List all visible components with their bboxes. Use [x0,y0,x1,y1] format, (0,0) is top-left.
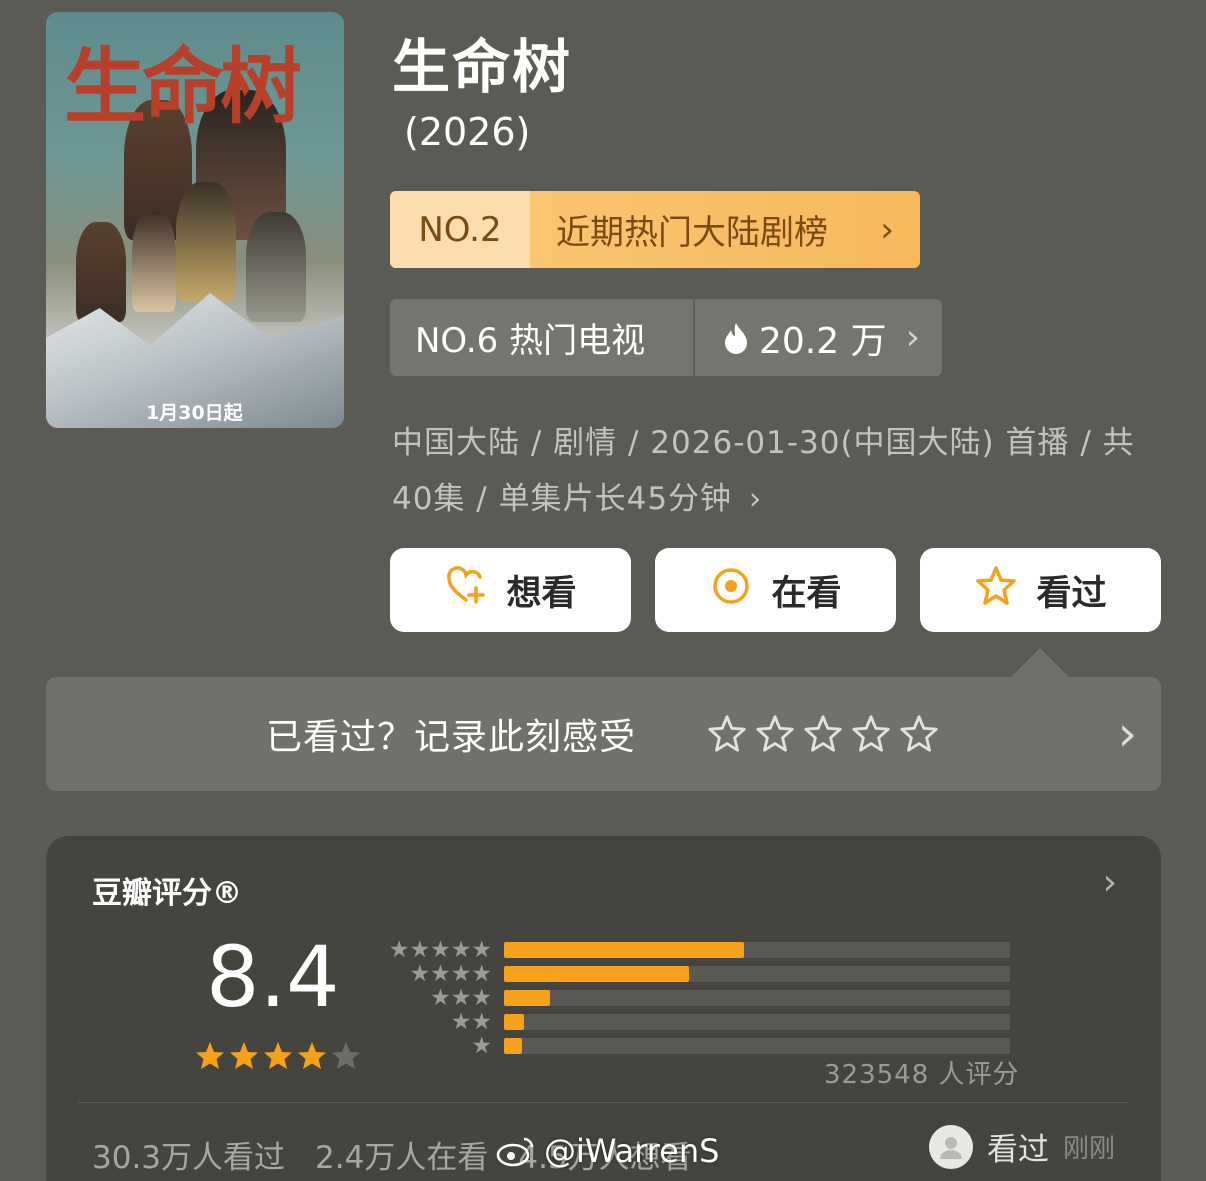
record-feeling-panel[interactable]: 已看过？记录此刻感受 › [46,677,1161,791]
star-filled-icon [196,1042,224,1069]
small-star-icon: ★ [471,1009,492,1035]
bar-fill [504,1014,525,1030]
watched-label: 看过 [1036,573,1107,614]
hot-tv-rank-label: NO.6 热门电视 [390,299,695,376]
avatar [928,1124,973,1169]
small-star-icon: ★ [450,985,472,1011]
small-star-icon: ★ [450,961,472,987]
bar-track [504,942,1010,958]
bar-track [504,966,1010,982]
poster-title-art: 生命树 [64,39,302,135]
small-star-icon: ★ [388,937,410,963]
want-to-watch-button[interactable]: 想看 [390,548,631,632]
star-filled-icon [264,1042,292,1069]
rating-score: 8.4 [206,928,340,1026]
heat-value: 20.2 万 [759,320,887,362]
star-outline-icon[interactable] [898,713,940,755]
row-stars: ★ [386,1034,492,1058]
small-star-icon: ★ [450,937,472,963]
small-star-icon: ★ [471,985,492,1011]
page-title: 生命树 [392,33,573,101]
douban-rating-card[interactable]: 豆瓣评分® › 8.4 ★ ★ ★ ★ ★ ★ ★ ★ ★ ★ ★ ★ ★ ★ ★ 323548 人评分 3… [46,836,1161,1181]
divider [78,1102,1128,1103]
target-icon [709,564,753,617]
watermark-text: @iWarrenS [544,1132,720,1170]
star-filled-icon [230,1042,258,1069]
small-star-icon: ★ [409,937,431,963]
small-star-icon: ★ [471,1033,492,1059]
chart-rank-label: 近期热门大陆剧榜 [556,213,828,253]
watching-label: 在看 [771,573,842,614]
rating-bar-row: ★ ★ ★ [386,986,1010,1010]
chart-rank-badge[interactable]: NO.2 近期热门大陆剧榜 › [390,191,920,268]
star-filled-icon [298,1042,326,1069]
row-stars: ★ ★ [386,1010,492,1034]
small-star-icon: ★ [430,961,451,987]
row-stars: ★ ★ ★ [386,986,492,1010]
row-stars: ★ ★ ★ ★ [386,961,493,987]
rating-bar-row: ★ ★ ★ ★ [386,962,1010,986]
rating-bar-row: ★ ★ ★ ★ ★ [386,938,1010,962]
chevron-right-icon: › [1102,862,1117,903]
chevron-right-icon: › [880,209,894,250]
star-outline-icon[interactable] [850,713,892,755]
small-star-icon: ★ [471,937,492,963]
release-year: (2026) [404,110,531,154]
bar-fill [504,942,745,958]
chevron-right-icon: › [748,481,763,517]
watched-button[interactable]: 看过 [920,548,1161,632]
user-status-label: 看过 [986,1132,1049,1168]
user-status-time: 刚刚 [1062,1134,1115,1164]
meta-text: 中国大陆 / 剧情 / 2026-01-30(中国大陆) 首播 / 共 40集 … [392,425,1135,517]
poster-date: 1月30日起 [146,402,243,424]
star-outline-icon[interactable] [706,713,748,755]
small-star-icon: ★ [471,961,492,987]
small-star-icon: ★ [450,1009,472,1035]
star-outline-icon[interactable] [754,713,796,755]
want-label: 想看 [506,573,577,614]
row-stars: ★ ★ ★ ★ ★ [386,938,492,962]
small-star-icon: ★ [409,961,431,987]
rating-stars [194,1040,362,1072]
chevron-right-icon: › [905,317,920,358]
star-empty-icon [332,1042,360,1069]
record-prompt: 已看过？记录此刻感受 [266,717,637,758]
small-star-icon: ★ [430,937,451,963]
chart-rank-number: NO.2 [390,191,530,268]
bar-fill [504,966,689,982]
bar-track [504,990,1010,1006]
hot-tv-rank-badge[interactable]: NO.6 热门电视 20.2 万 › [390,299,942,376]
chevron-right-icon: › [1117,706,1137,762]
bar-track [504,1014,1010,1030]
small-star-icon: ★ [430,985,451,1011]
bar-track [504,1038,1010,1054]
poster-image[interactable]: 生命树 1月30日起 [46,12,344,428]
bar-fill [504,1038,522,1054]
star-outline-icon[interactable] [802,713,844,755]
rating-header: 豆瓣评分® [92,876,242,911]
rating-distribution: ★ ★ ★ ★ ★ ★ ★ ★ ★ ★ ★ ★ ★ ★ ★ [386,938,1010,1058]
rating-bar-row: ★ ★ [386,1010,1010,1034]
flame-icon [723,322,749,354]
user-icon [939,1136,962,1159]
user-status[interactable]: 看过 刚刚 [928,1124,1115,1169]
rating-stars-input[interactable] [706,713,940,755]
star-outline-icon [974,564,1018,617]
weibo-icon [496,1137,534,1167]
panel-pointer [1010,648,1070,678]
bar-fill [504,990,550,1006]
heart-plus-icon [444,564,488,617]
weibo-watermark: @iWarrenS [496,1132,719,1170]
rating-count: 323548 人评分 [824,1060,1020,1090]
watched-count: 30.3万人看过 [92,1140,286,1176]
watching-button[interactable]: 在看 [655,548,896,632]
show-meta-info[interactable]: 中国大陆 / 剧情 / 2026-01-30(中国大陆) 首播 / 共 40集 … [392,415,1152,527]
watching-count: 2.4万人在看 [315,1140,489,1176]
